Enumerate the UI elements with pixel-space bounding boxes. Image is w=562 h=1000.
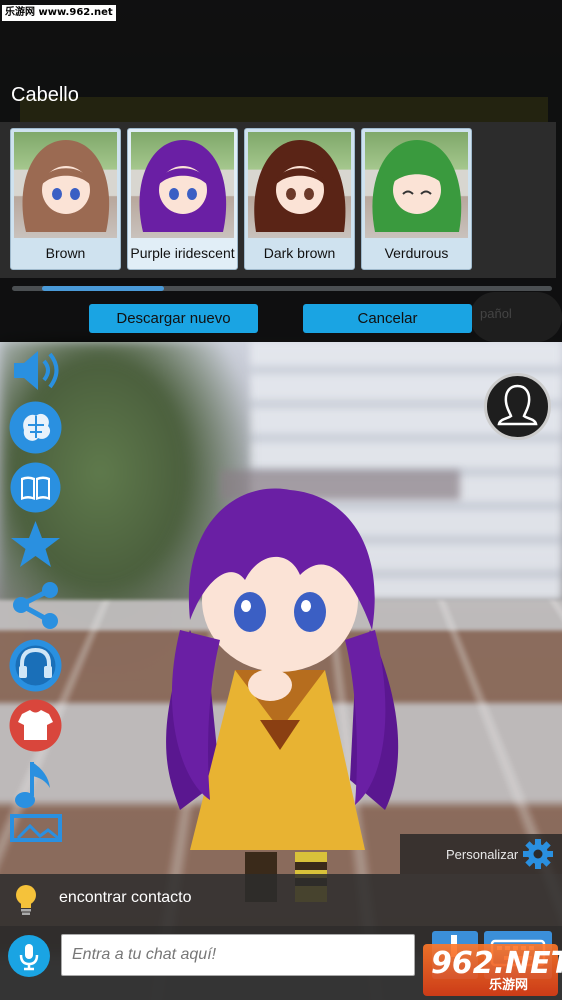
anime-character[interactable] xyxy=(150,480,410,920)
hair-options-scrollbar[interactable] xyxy=(12,286,552,291)
music-note-icon[interactable] xyxy=(8,758,63,813)
background-banner xyxy=(20,97,548,123)
site-watermark-logo: 962.NET 乐游网 xyxy=(423,944,562,996)
chat-input[interactable] xyxy=(61,934,415,976)
hair-option-label: Purple iridescent xyxy=(130,245,235,261)
microphone-icon xyxy=(19,944,39,971)
speaker-icon[interactable] xyxy=(8,343,63,398)
image-frame-icon[interactable] xyxy=(8,812,63,842)
hair-preview-image xyxy=(131,132,234,238)
headset-icon[interactable] xyxy=(8,638,63,693)
hair-option-label: Dark brown xyxy=(263,245,336,261)
share-icon[interactable] xyxy=(8,578,63,633)
site-watermark: 乐游网 www.962.net xyxy=(2,5,116,21)
hair-option-verdurous[interactable]: Verdurous xyxy=(361,128,472,270)
watermark-sub-text: 乐游网 xyxy=(489,978,529,993)
hair-preview-image xyxy=(365,132,468,238)
person-outline-icon xyxy=(497,384,538,426)
personalize-label[interactable]: Personalizar xyxy=(446,847,518,862)
language-label: pañol xyxy=(480,306,512,321)
profile-button[interactable] xyxy=(484,373,551,440)
download-new-button[interactable]: Descargar nuevo xyxy=(89,304,258,333)
hair-option-label: Verdurous xyxy=(384,245,449,261)
hair-options-list: Brown Purple iridescent Dark brown Verdu… xyxy=(10,128,472,270)
cancel-button[interactable]: Cancelar xyxy=(303,304,472,333)
hair-preview-image xyxy=(14,132,117,238)
lightbulb-icon xyxy=(14,884,38,916)
hair-option-purple-iridescent[interactable]: Purple iridescent xyxy=(127,128,238,270)
hair-option-dark-brown[interactable]: Dark brown xyxy=(244,128,355,270)
brain-icon[interactable] xyxy=(8,400,63,455)
hair-option-brown[interactable]: Brown xyxy=(10,128,121,270)
book-icon[interactable] xyxy=(8,460,63,515)
tshirt-icon[interactable] xyxy=(8,698,63,753)
suggestion-text[interactable]: encontrar contacto xyxy=(59,889,192,907)
hair-preview-image xyxy=(248,132,351,238)
gear-icon[interactable] xyxy=(522,838,554,870)
hair-panel-title: Cabello xyxy=(11,84,79,106)
star-icon[interactable] xyxy=(8,518,63,573)
hair-option-label: Brown xyxy=(45,245,86,261)
microphone-button[interactable] xyxy=(8,935,50,977)
scrollbar-thumb[interactable] xyxy=(42,286,164,291)
